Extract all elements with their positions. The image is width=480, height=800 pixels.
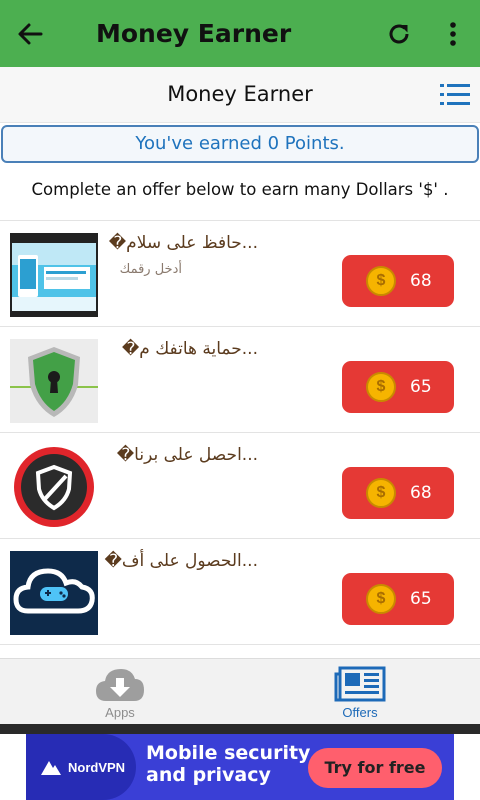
- offer-item[interactable]: ...حماية هاتفك م� $ 65: [0, 327, 480, 433]
- mountain-icon: [41, 761, 61, 775]
- list-icon[interactable]: [440, 81, 470, 109]
- offer-name: ...حافظ على سلام�: [108, 233, 258, 253]
- bottom-nav: Apps Offers: [0, 658, 480, 724]
- offer-name: ...احصل على برنا�: [116, 445, 258, 465]
- arrow-left-icon: [18, 23, 43, 44]
- nav-label-offers: Offers: [342, 705, 378, 720]
- offer-points: 65: [410, 589, 432, 609]
- earn-points-button[interactable]: $ 68: [342, 255, 454, 307]
- sub-header-title: Money Earner: [167, 82, 313, 106]
- ad-headline: Mobile security and privacy: [146, 742, 310, 786]
- ad-headline-line1: Mobile security: [146, 742, 311, 764]
- back-button[interactable]: [0, 0, 60, 67]
- nav-tab-apps[interactable]: Apps: [0, 659, 240, 724]
- phone-clean-app-icon: [10, 233, 98, 317]
- earn-points-button[interactable]: $ 65: [342, 573, 454, 625]
- nav-label-apps: Apps: [105, 705, 135, 720]
- refresh-icon: [389, 24, 409, 43]
- offers-list: ...حافظ على سلام� أدخل رقمك $ 68 ...حماي…: [0, 220, 480, 658]
- coin-icon: $: [366, 478, 396, 508]
- app-title: Money Earner: [96, 19, 292, 48]
- ad-cta-button[interactable]: Try for free: [308, 748, 442, 788]
- nordvpn-logo: NordVPN: [40, 758, 125, 776]
- earn-points-button[interactable]: $ 68: [342, 467, 454, 519]
- sub-header: Money Earner: [0, 67, 480, 123]
- instruction-text: Complete an offer below to earn many Dol…: [31, 180, 449, 199]
- ad-brand: NordVPN: [68, 759, 126, 775]
- earn-points-button[interactable]: $ 65: [342, 361, 454, 413]
- divider: [0, 724, 480, 734]
- offer-item[interactable]: ...حافظ على سلام� أدخل رقمك $ 68: [0, 221, 480, 327]
- antivirus-shield-icon: [10, 445, 98, 529]
- offer-name: ...حماية هاتفك م�: [121, 339, 258, 359]
- offer-points: 68: [410, 483, 432, 503]
- security-shield-icon: [10, 339, 98, 423]
- overflow-menu-button[interactable]: [426, 0, 480, 67]
- cloud-gamepad-icon: [10, 551, 98, 635]
- ad-area: NordVPN Mobile security and privacy Try …: [0, 734, 480, 800]
- offer-item[interactable]: ...احصل على برنا� $ 68: [0, 433, 480, 539]
- offer-description: أدخل رقمك: [119, 262, 182, 277]
- points-banner: You've earned 0 Points.: [1, 125, 479, 163]
- nav-tab-offers[interactable]: Offers: [240, 659, 480, 724]
- coin-icon: $: [366, 266, 396, 296]
- coin-icon: $: [366, 584, 396, 614]
- app-bar: Money Earner: [0, 0, 480, 67]
- cloud-download-icon: [96, 669, 144, 701]
- ad-headline-line2: and privacy: [146, 764, 271, 786]
- newspaper-icon: [334, 666, 386, 702]
- refresh-button[interactable]: [372, 0, 426, 67]
- more-vertical-icon: [450, 21, 456, 46]
- offer-name: ...الحصول على أف�: [104, 551, 259, 571]
- offer-points: 65: [410, 377, 432, 397]
- ad-banner[interactable]: NordVPN Mobile security and privacy Try …: [26, 734, 454, 800]
- coin-icon: $: [366, 372, 396, 402]
- offer-points: 68: [410, 271, 432, 291]
- offer-item[interactable]: ...الحصول على أف� $ 65: [0, 539, 480, 645]
